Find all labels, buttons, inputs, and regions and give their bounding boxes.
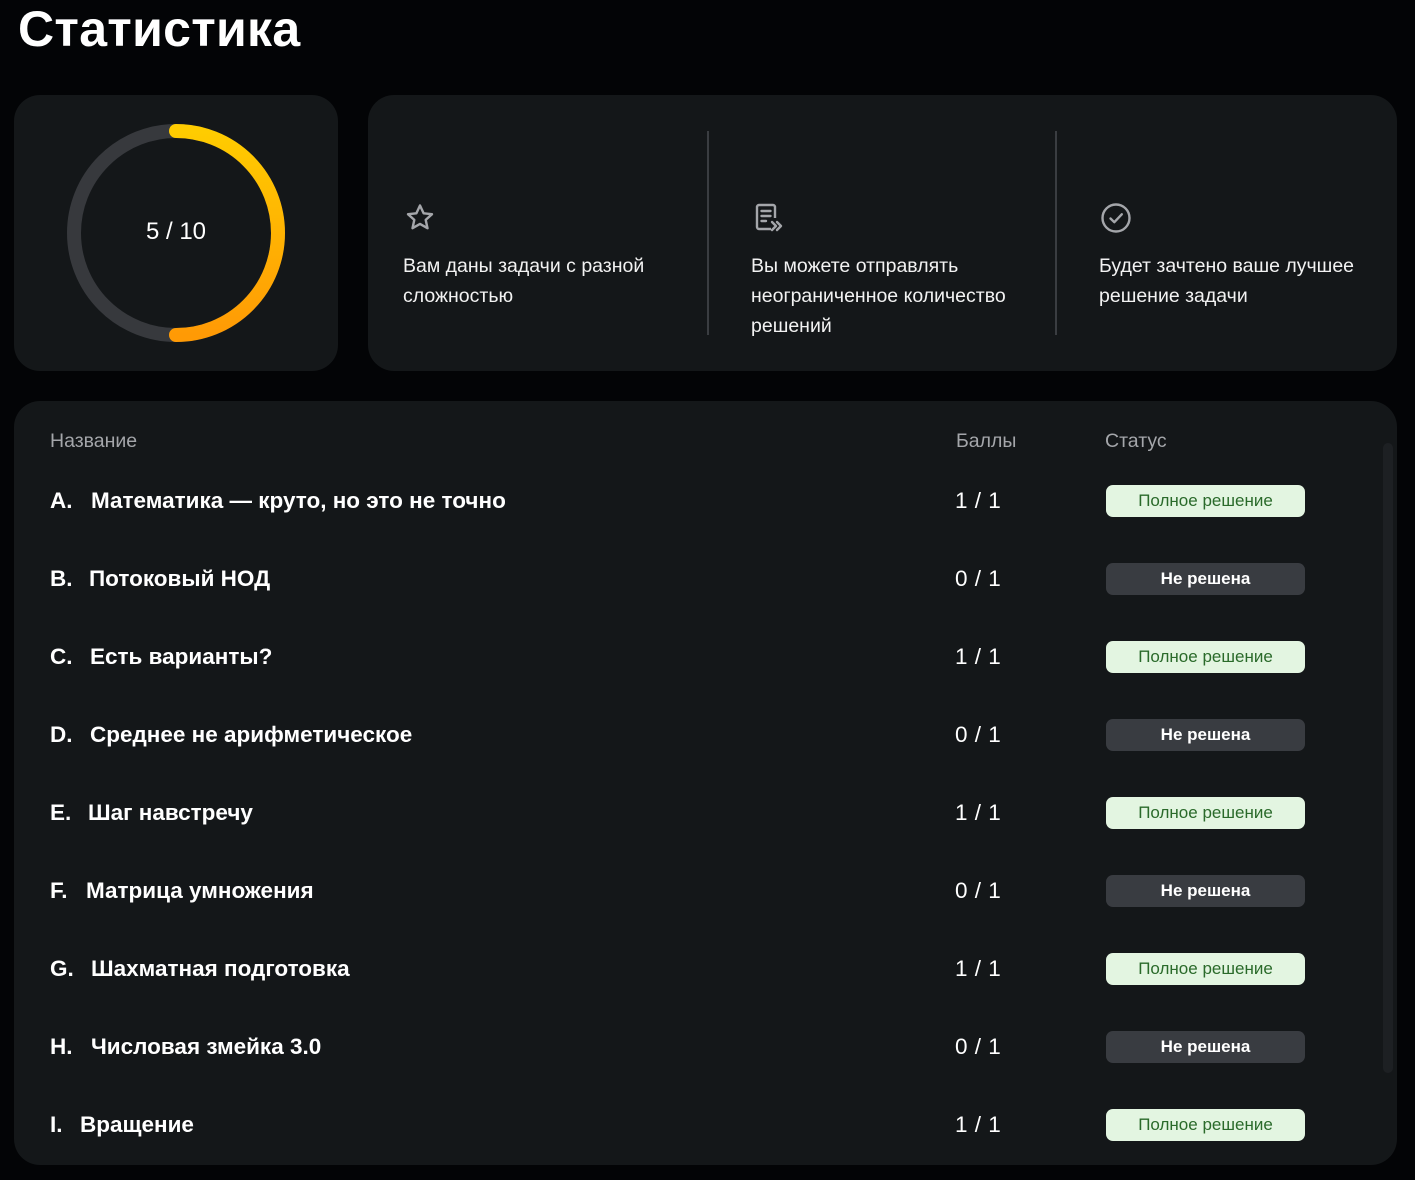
info-item-submissions: Вы можете отправлять неограниченное коли…	[751, 95, 1041, 371]
task-name-link[interactable]: Числовая змейка 3.0	[91, 1033, 321, 1061]
task-score: 1 / 1	[955, 644, 1002, 669]
task-score: 0 / 1	[955, 566, 1002, 591]
tasks-table: Название Баллы Статус A. Математика — кр…	[14, 401, 1397, 1165]
info-text-difficulty: Вам даны задачи с разной сложностью	[403, 255, 645, 307]
table-row[interactable]: C. Есть варианты? 1 / 1 Полное решение	[14, 637, 1397, 677]
info-item-difficulty: Вам даны задачи с разной сложностью	[403, 95, 703, 371]
column-header-score: Баллы	[956, 430, 1017, 452]
task-letter: G.	[50, 956, 74, 981]
page-title: Статистика	[18, 1, 301, 57]
task-letter: I.	[50, 1112, 63, 1137]
task-score: 1 / 1	[955, 956, 1002, 981]
document-send-icon	[755, 203, 783, 232]
table-row[interactable]: E. Шаг навстречу 1 / 1 Полное решение	[14, 793, 1397, 833]
table-scrollbar[interactable]	[1383, 443, 1393, 1073]
task-score: 1 / 1	[955, 800, 1002, 825]
column-header-name: Название	[50, 430, 138, 452]
table-row[interactable]: I. Вращение 1 / 1 Полное решение	[14, 1105, 1397, 1145]
status-badge: Полное решение	[1106, 485, 1305, 517]
check-circle-icon	[1101, 203, 1131, 233]
task-name-link[interactable]: Математика — круто, но это не точно	[91, 487, 506, 515]
task-letter: H.	[50, 1034, 73, 1059]
task-score: 0 / 1	[955, 878, 1002, 903]
task-name-link[interactable]: Вращение	[80, 1111, 194, 1139]
star-icon	[406, 204, 434, 230]
table-row[interactable]: G. Шахматная подготовка 1 / 1 Полное реш…	[14, 949, 1397, 989]
task-name-link[interactable]: Матрица умножения	[86, 877, 314, 905]
task-score: 0 / 1	[955, 1034, 1002, 1059]
status-badge: Не решена	[1106, 563, 1305, 595]
task-name-link[interactable]: Среднее не арифметическое	[90, 721, 412, 749]
info-card: Вам даны задачи с разной сложностью Вы м…	[368, 95, 1397, 371]
task-letter: C.	[50, 644, 73, 669]
task-name-link[interactable]: Есть варианты?	[90, 643, 272, 671]
info-text-submissions: Вы можете отправлять неограниченное коли…	[751, 255, 1006, 337]
table-row[interactable]: F. Матрица умножения 0 / 1 Не решена	[14, 871, 1397, 911]
progress-label: 5 / 10	[145, 218, 207, 245]
task-score: 0 / 1	[955, 722, 1002, 747]
status-badge: Не решена	[1106, 719, 1305, 751]
info-divider	[1055, 131, 1057, 335]
progress-card: 5 / 10	[14, 95, 338, 371]
task-name-link[interactable]: Потоковый НОД	[89, 565, 270, 593]
table-row[interactable]: H. Числовая змейка 3.0 0 / 1 Не решена	[14, 1027, 1397, 1067]
table-row[interactable]: B. Потоковый НОД 0 / 1 Не решена	[14, 559, 1397, 599]
task-letter: B.	[50, 566, 73, 591]
table-row[interactable]: D. Среднее не арифметическое 0 / 1 Не ре…	[14, 715, 1397, 755]
task-letter: F.	[50, 878, 68, 903]
table-row[interactable]: A. Математика — круто, но это не точно 1…	[14, 481, 1397, 521]
task-score: 1 / 1	[955, 1112, 1002, 1137]
column-header-status: Статус	[1105, 430, 1167, 452]
task-name-link[interactable]: Шаг навстречу	[88, 799, 253, 827]
task-letter: E.	[50, 800, 72, 825]
status-badge: Не решена	[1106, 875, 1305, 907]
status-badge: Полное решение	[1106, 1109, 1305, 1141]
status-badge: Полное решение	[1106, 953, 1305, 985]
info-divider	[707, 131, 709, 335]
status-badge: Полное решение	[1106, 797, 1305, 829]
task-name-link[interactable]: Шахматная подготовка	[91, 955, 350, 983]
status-badge: Не решена	[1106, 1031, 1305, 1063]
task-score: 1 / 1	[955, 488, 1002, 513]
task-letter: D.	[50, 722, 73, 747]
status-badge: Полное решение	[1106, 641, 1305, 673]
task-letter: A.	[50, 488, 73, 513]
info-text-best-solution: Будет зачтено ваше лучшее решение задачи	[1099, 255, 1355, 307]
info-item-best-solution: Будет зачтено ваше лучшее решение задачи	[1099, 95, 1379, 371]
